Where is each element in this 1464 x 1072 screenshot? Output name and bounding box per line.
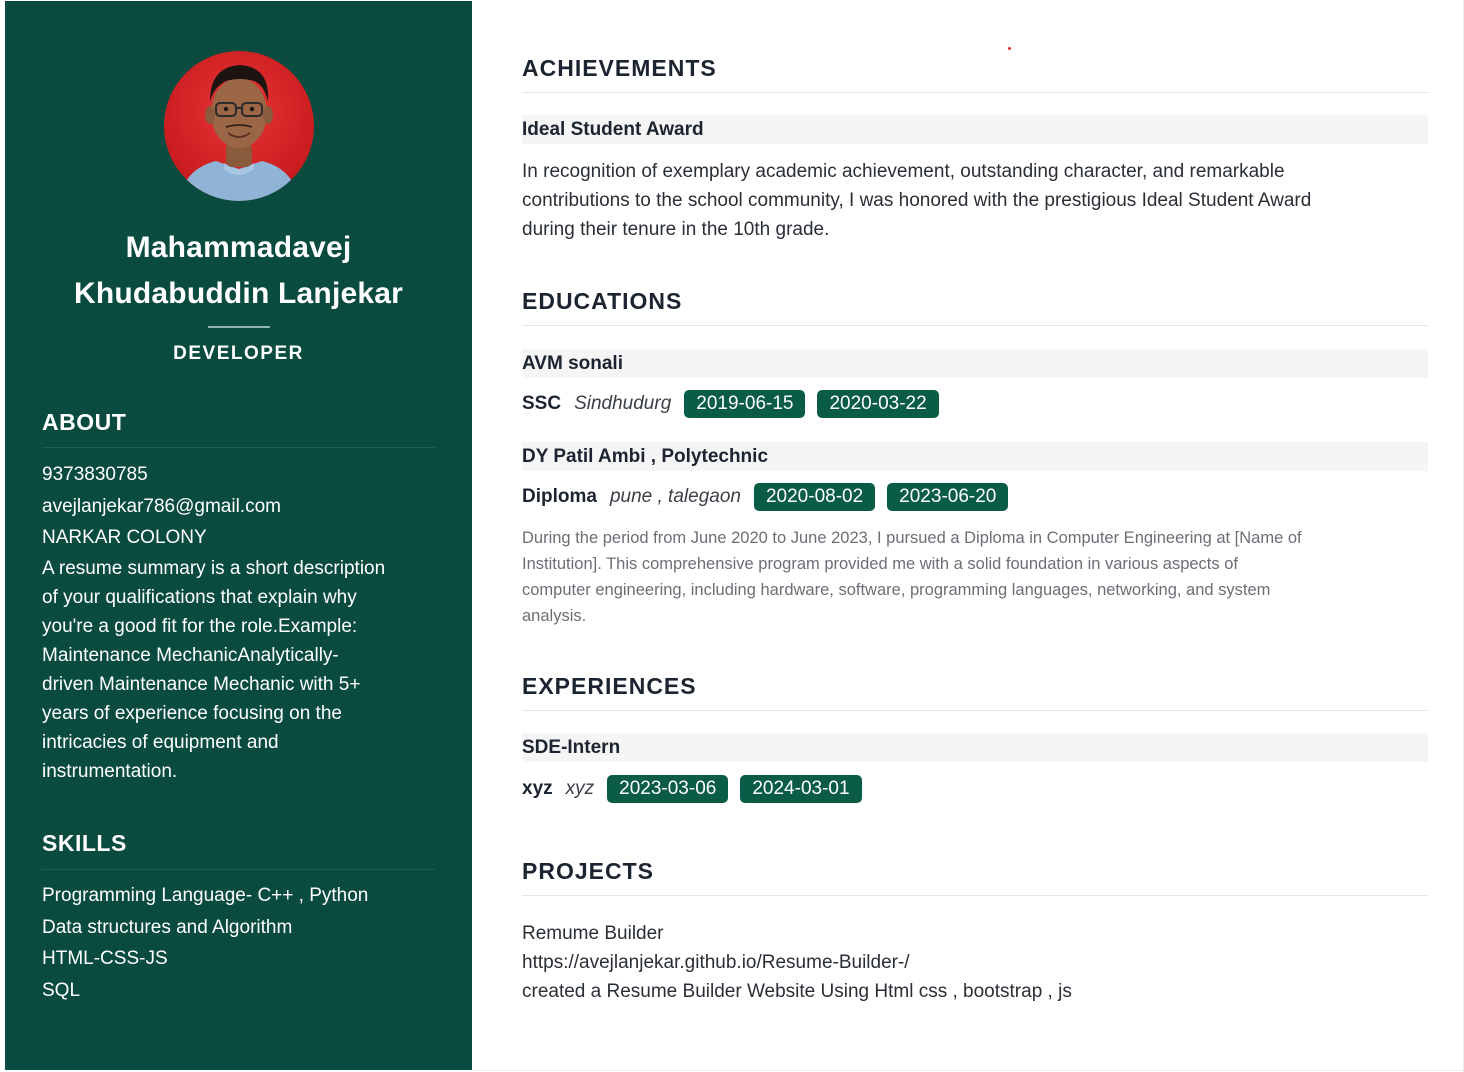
end-date-badge: 2020-03-22 <box>817 390 939 418</box>
education-location: pune , talegaon <box>609 486 741 507</box>
skill-item: HTML-CSS-JS <box>42 948 168 970</box>
end-date-badge: 2024-03-01 <box>740 775 862 803</box>
end-date-badge: 2023-06-20 <box>887 483 1009 511</box>
achievements-heading: ACHIEVEMENTS <box>522 55 717 81</box>
skill-item: SQL <box>42 979 81 1001</box>
description-line: during their tenure in the 10th grade. <box>522 219 830 240</box>
achievements-divider <box>522 92 1428 93</box>
about-heading: ABOUT <box>42 409 127 435</box>
achievement-title: Ideal Student Award <box>522 115 1428 144</box>
skill-item: Programming Language- C++ , Python <box>42 885 369 906</box>
education-degree: Diploma <box>522 486 597 507</box>
experience-location: xyz <box>565 778 595 799</box>
education-school: DY Patil Ambi , Polytechnic <box>522 442 1428 471</box>
education-location: Sindhudurg <box>574 393 672 414</box>
education-degree: SSC <box>522 393 562 414</box>
projects-divider <box>522 895 1428 896</box>
educations-divider <box>522 325 1428 326</box>
start-date-badge: 2019-06-15 <box>684 390 806 418</box>
name-divider <box>208 326 270 328</box>
skills-list: Programming Language- C++ , Python Data … <box>42 883 437 1009</box>
summary-line: years of experience focusing on the <box>42 702 342 724</box>
educations-heading: EDUCATIONS <box>522 288 683 314</box>
start-date-badge: 2020-08-02 <box>753 483 876 511</box>
skills-heading: SKILLS <box>42 830 127 856</box>
description-line: computer engineering, including hardware… <box>522 581 1271 599</box>
name-line-2: Khudabuddin Lanjekar <box>73 277 404 310</box>
skills-divider <box>42 869 435 870</box>
page-border <box>472 1070 1464 1071</box>
summary-line: intricacies of equipment and <box>42 731 279 753</box>
about-divider <box>42 447 435 448</box>
avatar <box>164 51 314 201</box>
name-line-1: Mahammadavej <box>125 231 352 264</box>
summary-line: A resume summary is a short description <box>42 557 386 579</box>
project-description: created a Resume Builder Website Using H… <box>522 981 1072 1002</box>
education-meta: SSC Sindhudurg 2019-06-15 2020-03-22 <box>522 390 951 418</box>
education-meta: Diploma pune , talegaon 2020-08-02 2023-… <box>522 483 1020 511</box>
experiences-heading: EXPERIENCES <box>522 673 697 699</box>
about-summary: A resume summary is a short description … <box>42 554 437 786</box>
description-line: During the period from June 2020 to June… <box>522 529 1302 547</box>
summary-line: you're a good fit for the role.Example: <box>42 615 358 637</box>
skill-item: Data structures and Algorithm <box>42 916 293 938</box>
experience-company: xyz <box>522 778 553 799</box>
role-title: DEVELOPER <box>173 343 304 364</box>
person-photo-icon <box>179 65 299 201</box>
projects-heading: PROJECTS <box>522 858 654 884</box>
summary-line: instrumentation. <box>42 760 178 782</box>
experience-meta: xyz xyz 2023-03-06 2024-03-01 <box>522 775 874 803</box>
description-line: In recognition of exemplary academic ach… <box>522 161 1285 182</box>
experience-title: SDE-Intern <box>522 733 1428 762</box>
project-link[interactable]: https://avejlanjekar.github.io/Resume-Bu… <box>522 948 910 977</box>
address: NARKAR COLONY <box>42 527 207 548</box>
summary-line: of your qualifications that explain why <box>42 586 357 608</box>
resume-page: Mahammadavej Khudabuddin Lanjekar DEVELO… <box>0 0 1464 1072</box>
education-school: AVM sonali <box>522 349 1428 378</box>
description-line: contributions to the school community, I… <box>522 190 1312 211</box>
email-address: avejlanjekar786@gmail.com <box>42 495 281 517</box>
education-description: During the period from June 2020 to June… <box>522 525 1422 629</box>
experiences-divider <box>522 710 1428 711</box>
sidebar: Mahammadavej Khudabuddin Lanjekar DEVELO… <box>5 1 472 1070</box>
full-name: Mahammadavej Khudabuddin Lanjekar <box>35 225 442 317</box>
about-section: 9373830785 avejlanjekar786@gmail.com NAR… <box>42 462 437 786</box>
start-date-badge: 2023-03-06 <box>607 775 729 803</box>
phone-number: 9373830785 <box>42 464 148 485</box>
description-line: analysis. <box>522 607 587 625</box>
stray-dot <box>1008 47 1011 50</box>
project-name: Remume Builder <box>522 923 664 944</box>
achievement-description: In recognition of exemplary academic ach… <box>522 157 1422 244</box>
description-line: Institution]. This comprehensive program… <box>522 555 1238 573</box>
summary-line: driven Maintenance Mechanic with 5+ <box>42 673 361 695</box>
summary-line: Maintenance MechanicAnalytically- <box>42 644 339 666</box>
